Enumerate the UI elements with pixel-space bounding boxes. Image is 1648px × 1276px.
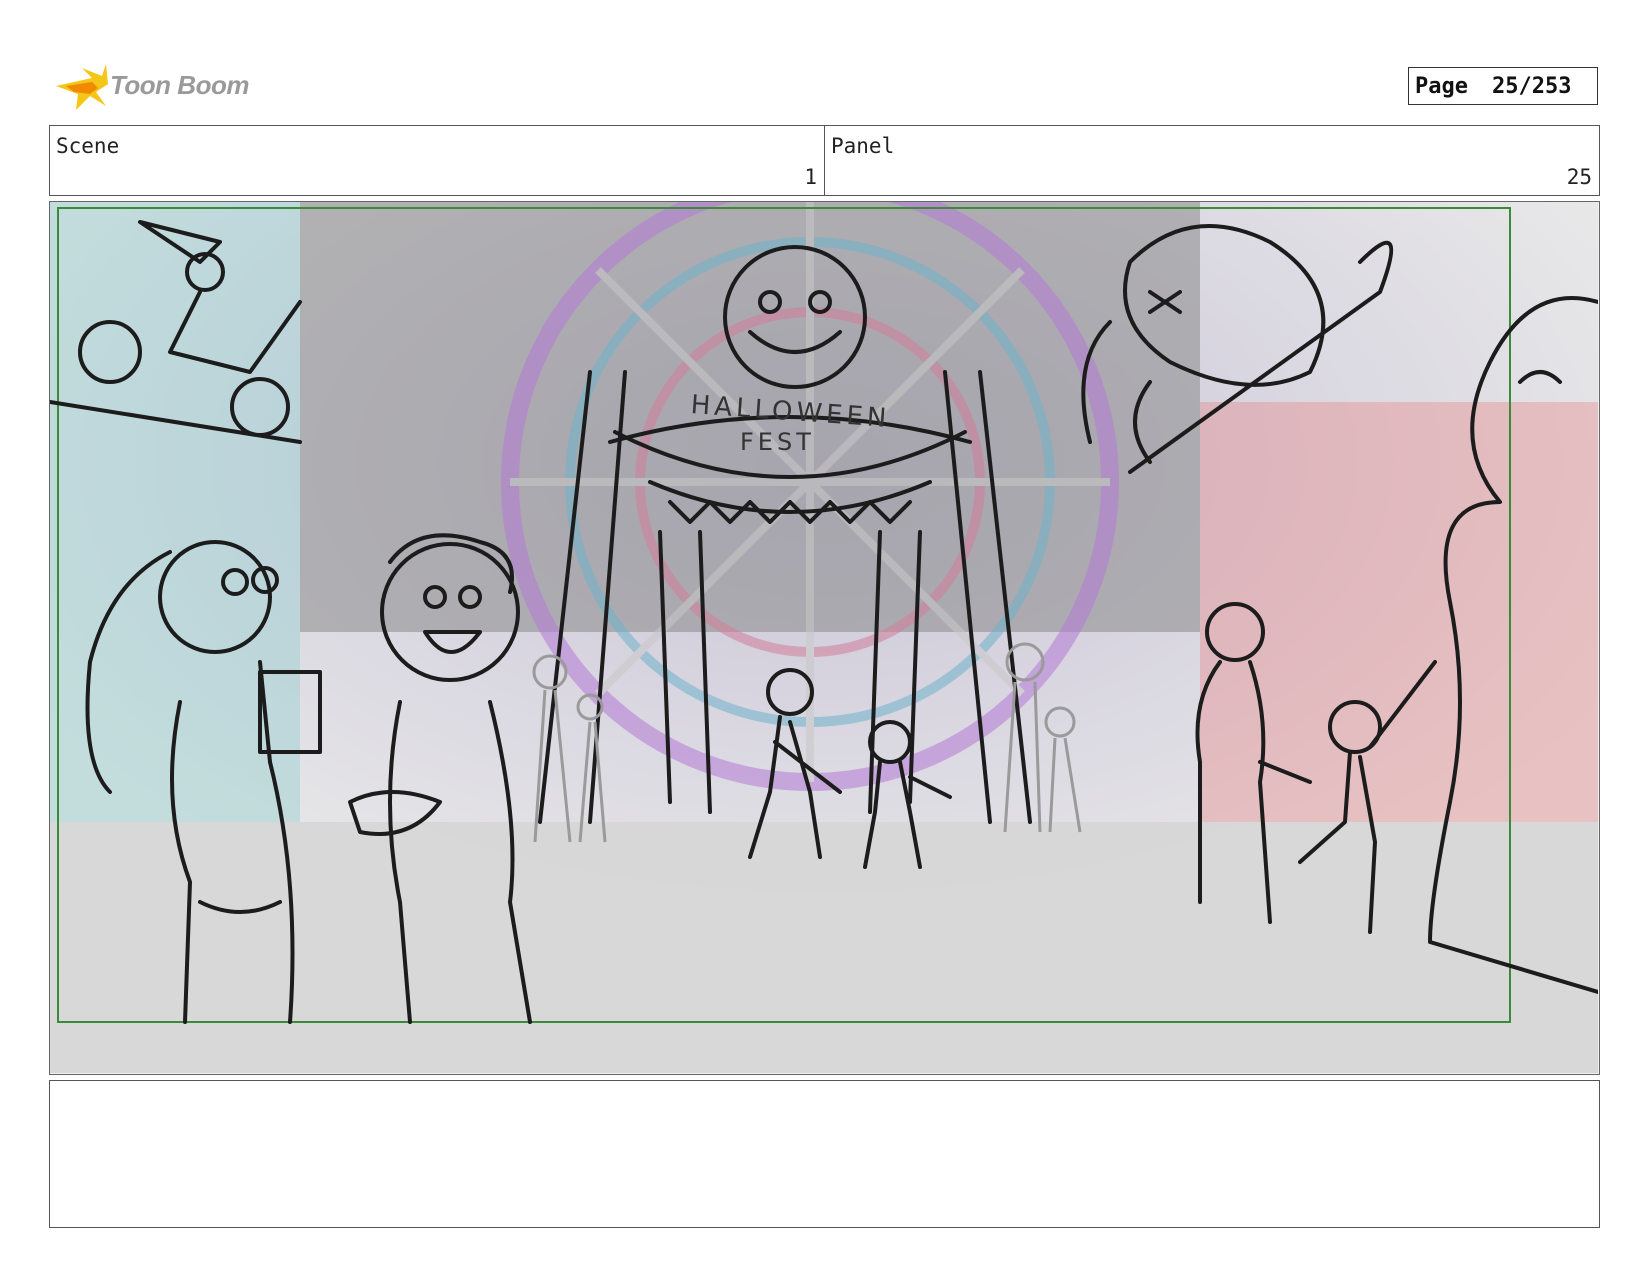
panel-notes[interactable] [49, 1080, 1600, 1228]
logo-text: Toon Boom [110, 70, 249, 100]
storyboard-panel: HALLOWEEN FEST [49, 201, 1600, 1075]
starburst-icon [56, 64, 108, 110]
scene-cell: Scene 1 [50, 126, 824, 195]
panel-cell: Panel 25 [824, 126, 1599, 195]
ground [50, 822, 1598, 1073]
panel-value: 25 [1566, 165, 1592, 189]
page-value: 25/253 [1491, 73, 1572, 99]
sign-text-fest: FEST [740, 428, 815, 456]
page-indicator: Page 25/253 [1408, 67, 1598, 105]
scene-panel-row: Scene 1 Panel 25 [49, 125, 1600, 196]
panel-drawing: HALLOWEEN FEST [50, 202, 1598, 1073]
scene-value: 1 [804, 165, 817, 189]
page-label: Page [1415, 73, 1468, 99]
panel-label: Panel [831, 134, 895, 158]
scene-label: Scene [56, 134, 120, 158]
toon-boom-logo: Toon Boom [52, 58, 262, 114]
right-stall [1200, 402, 1598, 822]
